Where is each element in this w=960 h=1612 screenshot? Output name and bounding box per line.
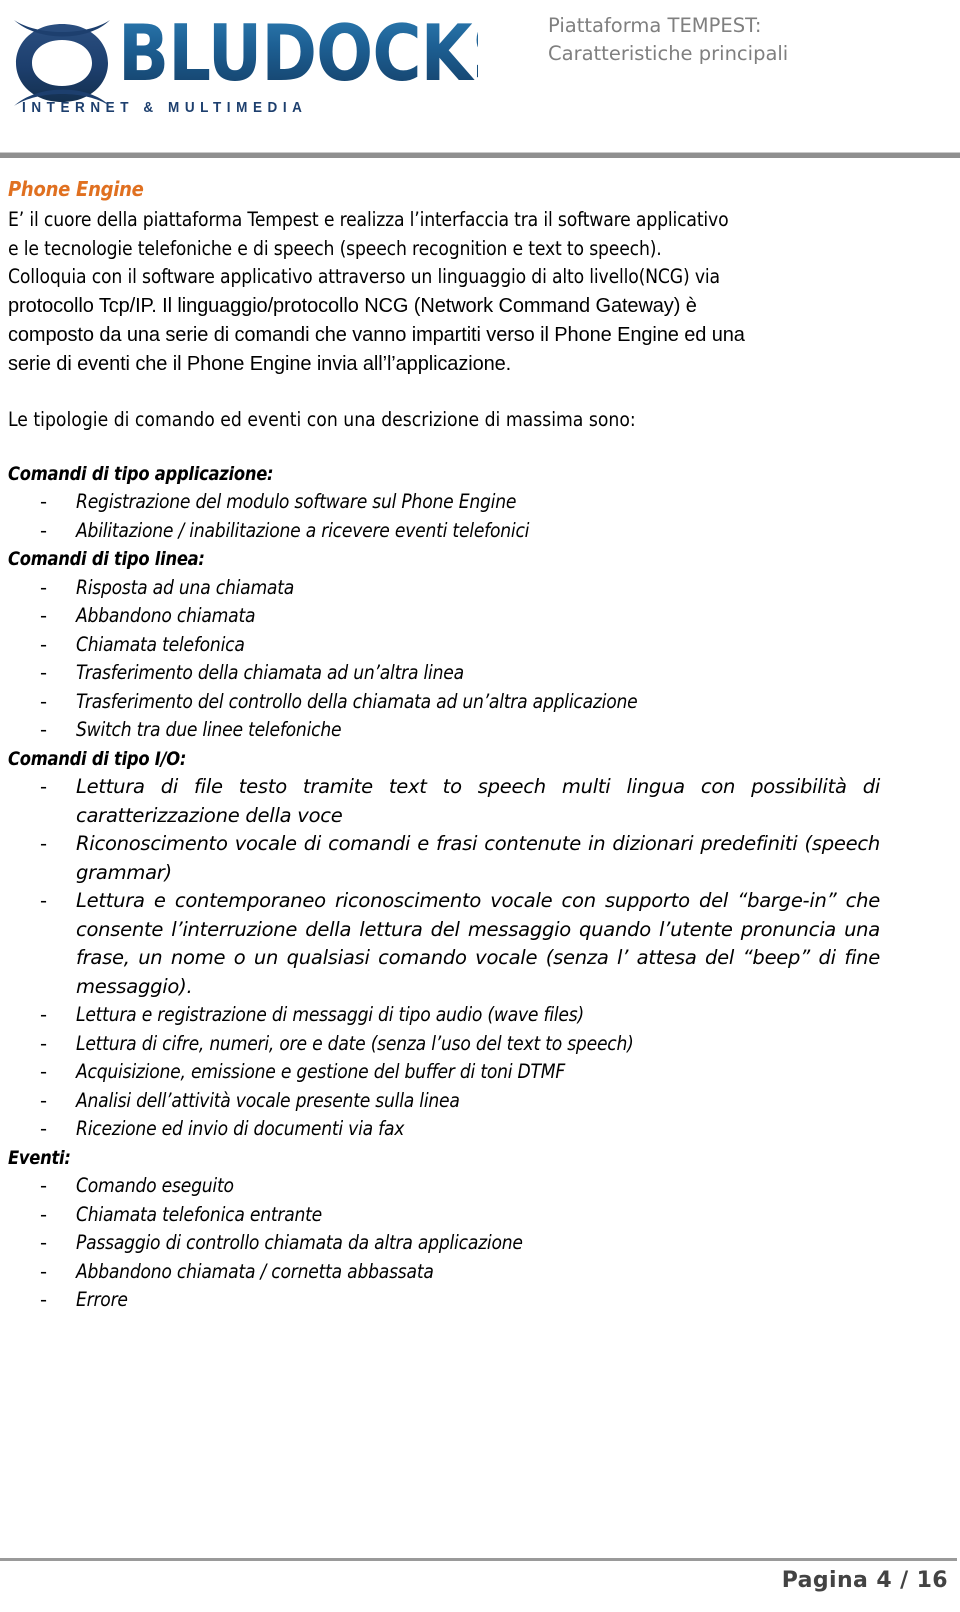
bullet-dash: - — [40, 775, 47, 798]
bullet-list-applicazione: - Registrazione del modulo software sul P… — [8, 488, 880, 545]
intro-line-2: e le tecnologie telefoniche e di speech … — [8, 236, 662, 260]
header-divider — [0, 152, 960, 158]
list-item-label: Lettura di cifre, numeri, ore e date (se… — [76, 1031, 634, 1055]
bullet-dash: - — [40, 490, 47, 513]
bullet-dash: - — [40, 718, 47, 741]
page-number: Pagina 4 / 16 — [781, 1568, 948, 1593]
list-item: - Trasferimento della chiamata ad un’altr… — [8, 659, 880, 688]
list-item: - Lettura di cifre, numeri, ore e date (s… — [8, 1030, 880, 1059]
bullet-dash: - — [40, 1060, 47, 1083]
group-heading-eventi: Eventi: — [8, 1146, 71, 1169]
bullet-dash: - — [40, 575, 47, 599]
lead-in-paragraph: Le tipologie di comando ed eventi con un… — [8, 407, 636, 431]
bullet-dash: - — [40, 661, 47, 684]
list-item-label: Comando eseguito — [76, 1174, 234, 1197]
list-item-label: Lettura e contemporaneo riconoscimento v… — [76, 889, 880, 998]
list-item-label: Analisi dell’attività vocale presente su… — [76, 1088, 460, 1112]
bullet-dash: - — [40, 632, 47, 656]
logo-tagline: INTERNET & MULTIMEDIA — [22, 100, 308, 116]
bullet-dash: - — [40, 1031, 47, 1055]
list-item-label: Abbandono chiamata / cornetta abbassata — [76, 1259, 434, 1283]
bullet-list-io: - Lettura di file testo tramite text to s… — [8, 773, 880, 1144]
document-header-title: Piattaforma TEMPEST: Caratteristiche pri… — [548, 12, 948, 68]
page-title: Phone Engine — [8, 177, 144, 201]
bullet-dash: - — [40, 1259, 47, 1283]
list-item-label: Abbandono chiamata — [76, 604, 256, 627]
list-item: - Abbandono chiamata — [8, 602, 880, 631]
list-item-label: Registrazione del modulo software sul Ph… — [76, 490, 517, 513]
company-logo: BLUDOCKS INTERNET & MULTIMEDIA — [8, 8, 478, 120]
ncg-paragraph: protocollo Tcp/IP. Il linguaggio/protoco… — [8, 292, 880, 379]
list-item: - Risposta ad una chiamata — [8, 574, 880, 603]
list-item-label: Risposta ad una chiamata — [76, 575, 295, 599]
ncg-line-3: serie di eventi che il Phone Engine invi… — [8, 352, 512, 375]
bullet-dash: - — [40, 1174, 47, 1197]
list-item: - Ricezione ed invio di documenti via fax — [8, 1115, 880, 1144]
list-item-label: Trasferimento della chiamata ad un’altra… — [76, 661, 464, 684]
list-item: - Chiamata telefonica entrante — [8, 1201, 880, 1230]
list-item-label: Lettura e registrazione di messaggi di t… — [76, 1003, 584, 1026]
bullet-list-linea: - Risposta ad una chiamata - Abbandono chi… — [8, 574, 880, 745]
list-item: - Riconoscimento vocale di comandi e fras… — [8, 830, 880, 887]
list-item-label: Chiamata telefonica — [76, 632, 245, 656]
list-item: - Errore — [8, 1286, 880, 1315]
bullet-dash: - — [40, 832, 47, 855]
list-item: - Lettura e registrazione di messaggi di … — [8, 1001, 880, 1030]
list-item: - Acquisizione, emissione e gestione del … — [8, 1058, 880, 1087]
bullet-dash: - — [40, 1003, 47, 1026]
bullet-dash: - — [40, 1231, 47, 1254]
bullet-dash: - — [40, 889, 47, 912]
bullet-dash: - — [40, 1202, 47, 1226]
lead-in-spacer — [8, 434, 880, 460]
bullet-list-eventi: - Comando eseguito - Chiamata telefonica e… — [8, 1172, 880, 1315]
ncg-line-1: protocollo Tcp/IP. Il linguaggio/protoco… — [8, 294, 697, 317]
list-item: - Registrazione del modulo software sul P… — [8, 488, 880, 517]
list-item: - Switch tra due linee telefoniche — [8, 716, 880, 745]
page-header: BLUDOCKS INTERNET & MULTIMEDIA Piattafor… — [0, 0, 960, 158]
list-item: - Passaggio di controllo chiamata da altr… — [8, 1229, 880, 1258]
group-heading-io: Comandi di tipo I/O: — [8, 747, 187, 770]
svg-text:BLUDOCKS: BLUDOCKS — [118, 16, 478, 94]
list-item-label: Abilitazione / inabilitazione a ricevere… — [76, 518, 530, 542]
intro-paragraph: E’ il cuore della piattaforma Tempest e … — [8, 206, 880, 292]
list-item: - Abilitazione / inabilitazione a ricever… — [8, 517, 880, 546]
bullet-dash: - — [40, 1117, 47, 1140]
list-item-label: Acquisizione, emissione e gestione del b… — [76, 1060, 566, 1083]
list-item-label: Errore — [76, 1288, 128, 1311]
list-item: - Analisi dell’attività vocale presente s… — [8, 1087, 880, 1116]
list-item-label: Trasferimento del controllo della chiama… — [76, 689, 638, 713]
list-item: - Abbandono chiamata / cornetta abbassata — [8, 1258, 880, 1287]
intro-line-1: E’ il cuore della piattaforma Tempest e … — [8, 208, 729, 231]
bullet-dash: - — [40, 1088, 47, 1112]
footer-divider — [0, 1558, 957, 1561]
list-item-label: Switch tra due linee telefoniche — [76, 718, 342, 741]
list-item-label: Ricezione ed invio di documenti via fax — [76, 1117, 405, 1140]
list-item: - Lettura di file testo tramite text to s… — [8, 773, 880, 830]
group-heading-linea: Comandi di tipo linea: — [8, 548, 205, 570]
list-item-label: Lettura di file testo tramite text to sp… — [76, 775, 880, 827]
page-content: Phone Engine E’ il cuore della piattafor… — [8, 176, 880, 1315]
intro-line-3: Colloquia con il software applicativo at… — [8, 265, 720, 288]
list-item: - Comando eseguito — [8, 1172, 880, 1201]
ncg-line-2: composto da una serie di comandi che van… — [8, 323, 745, 346]
list-item-label: Riconoscimento vocale di comandi e frasi… — [76, 832, 880, 884]
logo-wordmark: BLUDOCKS — [118, 16, 478, 94]
bullet-dash: - — [40, 1288, 47, 1311]
list-item-label: Chiamata telefonica entrante — [76, 1202, 323, 1226]
bludocks-spiral-logo-icon — [8, 14, 116, 112]
group-heading-applicazione: Comandi di tipo applicazione: — [8, 462, 274, 485]
list-item: - Lettura e contemporaneo riconoscimento … — [8, 887, 880, 1001]
header-title-line-1: Piattaforma TEMPEST: — [548, 14, 762, 37]
list-item: - Chiamata telefonica — [8, 631, 880, 660]
bullet-dash: - — [40, 604, 47, 627]
header-title-line-2: Caratteristiche principali — [548, 42, 789, 65]
list-item: - Trasferimento del controllo della chiam… — [8, 688, 880, 717]
list-item-label: Passaggio di controllo chiamata da altra… — [76, 1231, 523, 1254]
bullet-dash: - — [40, 518, 47, 542]
bullet-dash: - — [40, 689, 47, 713]
